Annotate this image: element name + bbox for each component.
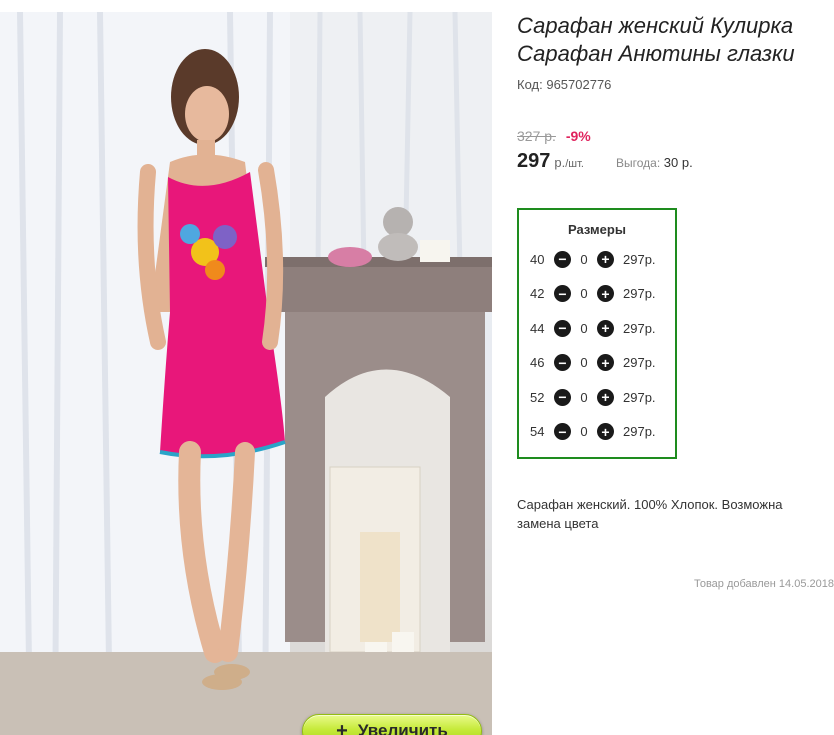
discount-badge: -9%	[565, 128, 591, 144]
size-price: 297р.	[623, 424, 656, 440]
zoom-button[interactable]: + Увеличить	[302, 714, 482, 735]
minus-icon[interactable]: −	[554, 319, 571, 337]
minus-icon[interactable]: −	[554, 250, 571, 268]
plus-icon[interactable]: +	[597, 319, 614, 337]
sizes-panel: Размеры 40 − 0 + 297р. 42 − 0 + 297р. 44…	[517, 208, 677, 459]
size-row: 54 − 0 + 297р.	[519, 415, 675, 450]
size-price: 297р.	[623, 355, 656, 371]
minus-icon[interactable]: −	[554, 354, 571, 372]
price-per-unit: /шт.	[565, 158, 584, 170]
size-price: 297р.	[623, 286, 656, 302]
product-info: Сарафан женский Кулирка Сарафан Анютины …	[517, 12, 834, 173]
product-title: Сарафан женский Кулирка Сарафан Анютины …	[517, 13, 795, 66]
size-price: 297р.	[623, 389, 656, 405]
sizes-title: Размеры	[568, 222, 626, 237]
size-row: 52 − 0 + 297р.	[519, 380, 675, 415]
quantity-value: 0	[580, 389, 588, 405]
saving-value: 30 р.	[663, 155, 693, 170]
old-price-row: 327 р. -9%	[517, 128, 834, 144]
size-value: 46	[530, 355, 545, 371]
size-value: 40	[530, 251, 545, 267]
quantity-value: 0	[580, 251, 588, 267]
plus-icon[interactable]: +	[597, 423, 614, 441]
size-value: 54	[530, 424, 545, 440]
saving-label: Выгода:	[615, 156, 661, 170]
price-unit: р./шт.	[554, 155, 584, 170]
plus-icon[interactable]: +	[597, 285, 614, 303]
size-row: 44 − 0 + 297р.	[519, 311, 675, 346]
current-price: 297	[517, 150, 551, 172]
size-price: 297р.	[623, 251, 656, 267]
old-price: 327 р.	[517, 128, 556, 144]
size-value: 52	[530, 389, 545, 405]
quantity-value: 0	[580, 355, 588, 371]
size-row: 46 − 0 + 297р.	[519, 346, 675, 381]
minus-icon[interactable]: −	[554, 423, 571, 441]
size-row: 42 − 0 + 297р.	[519, 277, 675, 312]
product-code: Код: 965702776	[517, 77, 834, 92]
product-code-label: Код:	[517, 77, 543, 92]
plus-icon[interactable]: +	[597, 388, 614, 406]
minus-icon[interactable]: −	[554, 388, 571, 406]
plus-icon[interactable]: +	[597, 354, 614, 372]
quantity-value: 0	[580, 320, 588, 336]
quantity-value: 0	[580, 424, 588, 440]
size-value: 42	[530, 286, 545, 302]
price-currency: р.	[554, 155, 566, 170]
saving: Выгода: 30 р.	[616, 155, 693, 170]
plus-icon[interactable]: +	[597, 250, 614, 268]
price-row: 297 р./шт. Выгода: 30 р.	[517, 150, 834, 173]
product-description: Сарафан женский. 100% Хлопок. Возможна з…	[517, 497, 783, 531]
plus-icon: +	[336, 720, 348, 735]
date-added: Товар добавлен 14.05.2018	[693, 578, 834, 590]
product-photo[interactable]: + Увеличить	[0, 12, 492, 735]
minus-icon[interactable]: −	[554, 285, 571, 303]
zoom-button-label: Увеличить	[357, 721, 448, 735]
size-price: 297р.	[623, 320, 656, 336]
size-value: 44	[530, 320, 545, 336]
quantity-value: 0	[580, 286, 588, 302]
product-code-value: 965702776	[546, 77, 612, 92]
product-image	[0, 12, 492, 735]
size-row: 40 − 0 + 297р.	[519, 242, 675, 277]
